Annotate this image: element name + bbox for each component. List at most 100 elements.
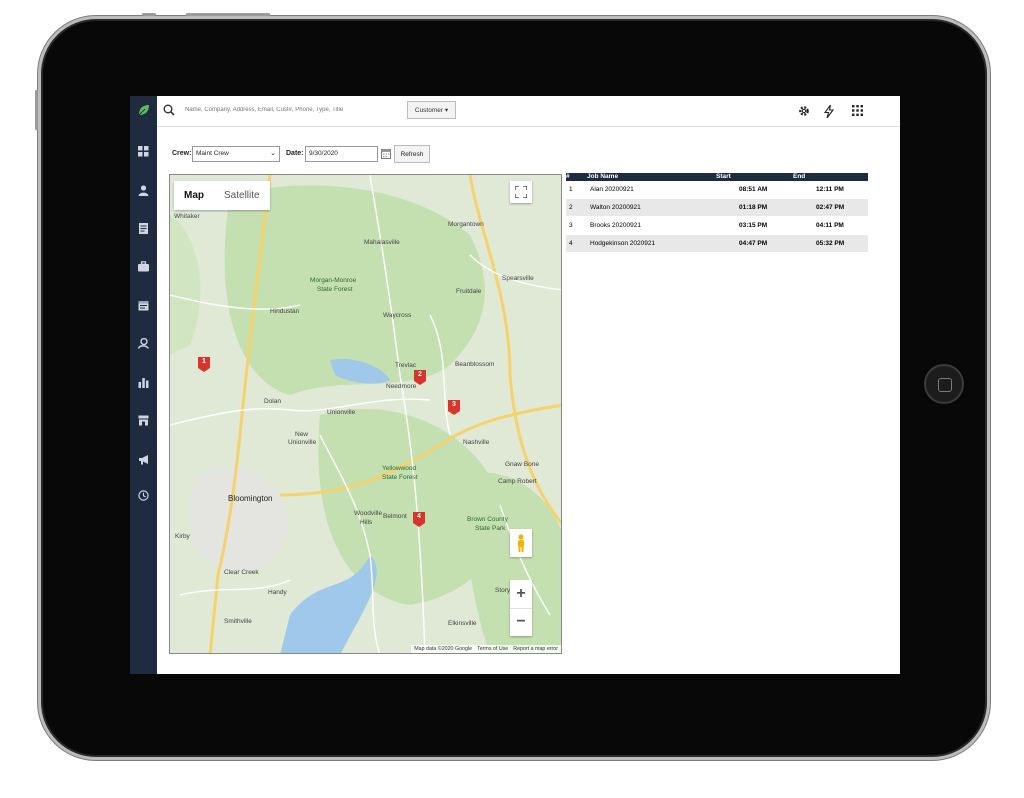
place-label: New xyxy=(295,431,309,438)
map-place-labels: Whitaker Morgantown Mahalasville Morgan-… xyxy=(170,175,561,653)
store-icon[interactable] xyxy=(136,413,151,428)
place-label: Fruitdale xyxy=(456,288,482,295)
date-label: Date: xyxy=(286,150,304,157)
cell-num: 4 xyxy=(569,240,573,247)
place-label: State Forest xyxy=(382,474,418,481)
report-error-link[interactable]: Report a map error xyxy=(513,646,558,652)
megaphone-icon[interactable] xyxy=(136,452,151,467)
tablet-side-button xyxy=(35,90,38,130)
place-label: Morgan-Monroe xyxy=(310,277,357,284)
marker-label: 4 xyxy=(417,513,421,520)
map-marker[interactable]: 2 xyxy=(414,369,426,390)
cell-end: 05:32 PM xyxy=(816,240,845,247)
bar-chart-icon[interactable] xyxy=(136,375,151,390)
place-label: Yellowwood xyxy=(382,465,417,472)
table-row[interactable]: 3 Brooks 20200921 03:15 PM 04:11 PM xyxy=(566,217,868,235)
place-label: Spearsville xyxy=(502,275,534,282)
person-icon[interactable] xyxy=(136,183,151,198)
map-marker[interactable]: 1 xyxy=(198,356,210,377)
route-map[interactable]: Whitaker Morgantown Mahalasville Morgan-… xyxy=(169,174,562,654)
place-label: Bloomington xyxy=(228,494,273,503)
map-data-credit: Map data ©2020 Google xyxy=(414,646,473,652)
crew-select[interactable]: Maint Crew ⌄ xyxy=(192,146,280,162)
refresh-button[interactable]: Refresh xyxy=(394,145,430,163)
place-label: State Forest xyxy=(317,286,353,293)
search-input[interactable] xyxy=(185,103,385,117)
marker-label: 2 xyxy=(418,371,422,378)
sidebar xyxy=(130,96,157,674)
place-label: Needmore xyxy=(386,383,417,390)
table-row[interactable]: 1 Alan 20200921 08:51 AM 12:11 PM xyxy=(566,181,868,199)
place-label: Gnaw Bone xyxy=(505,461,539,468)
place-label: Clear Creek xyxy=(224,569,259,576)
cell-job: Walton 20200921 xyxy=(590,204,641,211)
place-label: Camp Robert xyxy=(498,478,537,485)
cell-num: 2 xyxy=(569,204,573,211)
tab-satellite[interactable]: Satellite xyxy=(214,181,270,210)
cell-start: 01:18 PM xyxy=(739,204,768,211)
place-label: Morgantown xyxy=(448,221,484,228)
cell-start: 04:47 PM xyxy=(739,240,768,247)
place-label: Hindustan xyxy=(270,308,300,315)
gear-icon[interactable] xyxy=(798,105,810,119)
place-label: Woodville xyxy=(354,510,383,517)
col-header-num[interactable]: # xyxy=(566,173,570,180)
place-label: Handy xyxy=(268,589,287,596)
cell-num: 1 xyxy=(569,186,573,193)
user-location-icon[interactable] xyxy=(136,336,151,351)
terms-link[interactable]: Terms of Use xyxy=(477,646,508,652)
dashboard-icon[interactable] xyxy=(136,144,151,159)
place-label: Story xyxy=(495,587,511,594)
cell-start: 03:15 PM xyxy=(739,222,768,229)
zoom-in-button[interactable]: + xyxy=(510,580,532,609)
cell-job: Hodgekinson 2020921 xyxy=(590,240,656,247)
cell-end: 12:11 PM xyxy=(816,186,844,193)
place-label: Nashville xyxy=(463,439,490,446)
home-button[interactable] xyxy=(924,364,964,404)
clock-icon[interactable] xyxy=(136,488,151,503)
cell-end: 04:11 PM xyxy=(816,222,844,229)
tablet-top-button xyxy=(142,13,156,16)
date-input[interactable]: 9/30/2020 xyxy=(305,146,378,162)
place-label: Unionville xyxy=(288,439,317,446)
place-label: Kirby xyxy=(175,533,190,540)
place-label: Waycross xyxy=(383,312,412,319)
cell-job: Alan 20200921 xyxy=(590,186,634,193)
calendar-icon[interactable] xyxy=(381,149,391,161)
place-label: Mahalasville xyxy=(364,239,400,246)
map-marker[interactable]: 4 xyxy=(413,511,425,532)
leaf-logo-icon[interactable] xyxy=(136,102,151,117)
marker-label: 3 xyxy=(452,401,456,408)
cell-end: 02:47 PM xyxy=(816,204,845,211)
fullscreen-button[interactable] xyxy=(510,181,532,203)
place-label: Unionville xyxy=(327,409,356,416)
col-header-start[interactable]: Start xyxy=(716,173,731,180)
customer-dropdown-button[interactable]: Customer ▾ xyxy=(407,101,456,119)
table-row[interactable]: 4 Hodgekinson 2020921 04:47 PM 05:32 PM xyxy=(566,235,868,253)
place-label: Hills xyxy=(360,519,373,526)
place-label: Belmont xyxy=(383,513,407,520)
col-header-end[interactable]: End xyxy=(793,173,805,180)
street-view-pegman[interactable] xyxy=(510,529,532,557)
apps-grid-icon[interactable] xyxy=(852,105,863,118)
place-label: Beanblossom xyxy=(455,361,495,368)
map-attribution: Map data ©2020 Google Terms of Use Repor… xyxy=(411,645,561,653)
tab-map[interactable]: Map xyxy=(174,181,214,210)
briefcase-icon[interactable] xyxy=(136,259,151,274)
calendar-icon[interactable] xyxy=(136,298,151,313)
pegman-icon xyxy=(518,534,524,552)
document-icon[interactable] xyxy=(136,221,151,236)
table-row[interactable]: 2 Walton 20200921 01:18 PM 02:47 PM xyxy=(566,199,868,217)
col-header-job[interactable]: Job Name xyxy=(587,173,618,180)
place-label: Trevlac xyxy=(395,362,417,369)
table-header: # Job Name Start End xyxy=(566,173,868,181)
app-screen: Customer ▾ o ⌄ Crew: Maint Crew ⌄ Date: … xyxy=(130,96,900,674)
zoom-control: + − xyxy=(510,580,532,636)
place-label: Elkinsville xyxy=(448,620,477,627)
cell-job: Brooks 20200921 xyxy=(590,222,641,229)
tablet-top-button xyxy=(186,13,270,16)
zoom-out-button[interactable]: − xyxy=(510,609,532,637)
lightning-icon[interactable] xyxy=(823,104,835,120)
map-marker[interactable]: 3 xyxy=(448,399,460,420)
search-icon[interactable] xyxy=(163,103,175,121)
